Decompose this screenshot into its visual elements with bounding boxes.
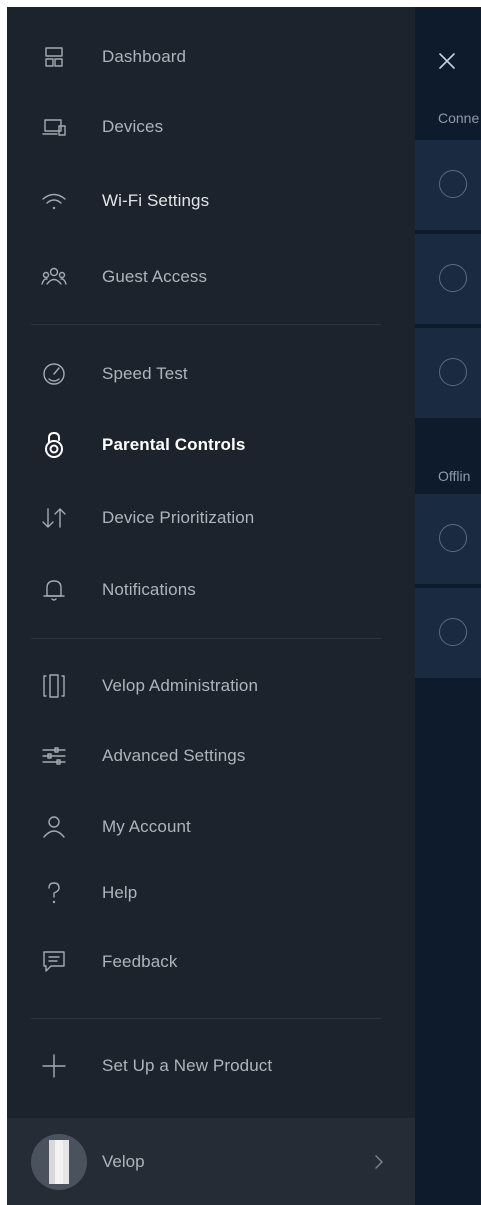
device-selector[interactable]: Velop bbox=[7, 1118, 415, 1205]
menu-divider bbox=[31, 1018, 381, 1019]
menu-label: Guest Access bbox=[102, 267, 208, 286]
device-row[interactable] bbox=[415, 494, 481, 584]
menu-item-parental-controls[interactable]: Parental Controls bbox=[7, 417, 415, 473]
section-header-connected: Conne bbox=[438, 110, 480, 126]
device-row[interactable] bbox=[415, 234, 481, 324]
menu-item-devices[interactable]: Devices bbox=[7, 99, 415, 155]
menu-item-device-prioritization[interactable]: Device Prioritization bbox=[7, 490, 415, 546]
plus-icon bbox=[41, 1053, 67, 1079]
wifi-icon bbox=[41, 188, 67, 214]
speedometer-icon bbox=[41, 361, 67, 387]
navigation-drawer: Dashboard Devices Wi-Fi Settings Guest A… bbox=[7, 7, 415, 1205]
app-screen: Conne Offlin Dashboard Devices Wi-Fi Set… bbox=[7, 7, 481, 1205]
menu-divider bbox=[31, 324, 381, 325]
devices-icon bbox=[41, 114, 67, 140]
menu-item-wifi-settings[interactable]: Wi-Fi Settings bbox=[7, 173, 415, 229]
chat-bubble-icon bbox=[41, 949, 67, 975]
section-header-offline: Offlin bbox=[438, 468, 471, 484]
device-name: Velop bbox=[102, 1151, 145, 1171]
radio-button[interactable] bbox=[439, 524, 467, 552]
radio-button[interactable] bbox=[439, 170, 467, 198]
menu-item-speed-test[interactable]: Speed Test bbox=[7, 346, 415, 402]
menu-item-guest-access[interactable]: Guest Access bbox=[7, 249, 415, 305]
device-row[interactable] bbox=[415, 328, 481, 418]
menu-item-help[interactable]: Help bbox=[7, 865, 415, 921]
menu-label: Velop Administration bbox=[102, 676, 259, 695]
priority-arrows-icon bbox=[41, 505, 67, 531]
menu-item-my-account[interactable]: My Account bbox=[7, 799, 415, 855]
menu-label: Wi-Fi Settings bbox=[102, 191, 210, 210]
device-row[interactable] bbox=[415, 588, 481, 678]
menu-item-notifications[interactable]: Notifications bbox=[7, 562, 415, 618]
menu-label: Help bbox=[102, 883, 138, 902]
radio-button[interactable] bbox=[439, 618, 467, 646]
menu-label: Parental Controls bbox=[102, 435, 246, 454]
radio-button[interactable] bbox=[439, 264, 467, 292]
question-icon bbox=[41, 880, 67, 906]
radio-button[interactable] bbox=[439, 358, 467, 386]
menu-item-dashboard[interactable]: Dashboard bbox=[7, 29, 415, 85]
menu-label: Feedback bbox=[102, 952, 178, 971]
menu-divider bbox=[31, 638, 381, 639]
dashboard-icon bbox=[41, 44, 67, 70]
lock-icon bbox=[41, 432, 67, 458]
menu-label: Set Up a New Product bbox=[102, 1056, 273, 1075]
menu-label: Dashboard bbox=[102, 47, 187, 66]
velop-node-icon bbox=[41, 673, 67, 699]
user-icon bbox=[41, 814, 67, 840]
close-icon[interactable] bbox=[435, 49, 459, 73]
velop-node-image bbox=[31, 1134, 87, 1190]
menu-label: Advanced Settings bbox=[102, 746, 246, 765]
menu-item-velop-administration[interactable]: Velop Administration bbox=[7, 658, 415, 714]
chevron-right-icon bbox=[375, 1155, 383, 1169]
menu-label: Notifications bbox=[102, 580, 196, 599]
bell-icon bbox=[41, 577, 67, 603]
device-row[interactable] bbox=[415, 140, 481, 230]
guest-access-icon bbox=[41, 264, 67, 290]
background-panel: Conne Offlin bbox=[415, 7, 481, 1205]
menu-label: Speed Test bbox=[102, 364, 188, 383]
menu-item-advanced-settings[interactable]: Advanced Settings bbox=[7, 728, 415, 784]
menu-label: My Account bbox=[102, 817, 191, 836]
sliders-icon bbox=[41, 743, 67, 769]
menu-item-feedback[interactable]: Feedback bbox=[7, 934, 415, 990]
menu-label: Device Prioritization bbox=[102, 508, 255, 527]
menu-label: Devices bbox=[102, 117, 164, 136]
menu-item-set-up-new-product[interactable]: Set Up a New Product bbox=[7, 1038, 415, 1094]
